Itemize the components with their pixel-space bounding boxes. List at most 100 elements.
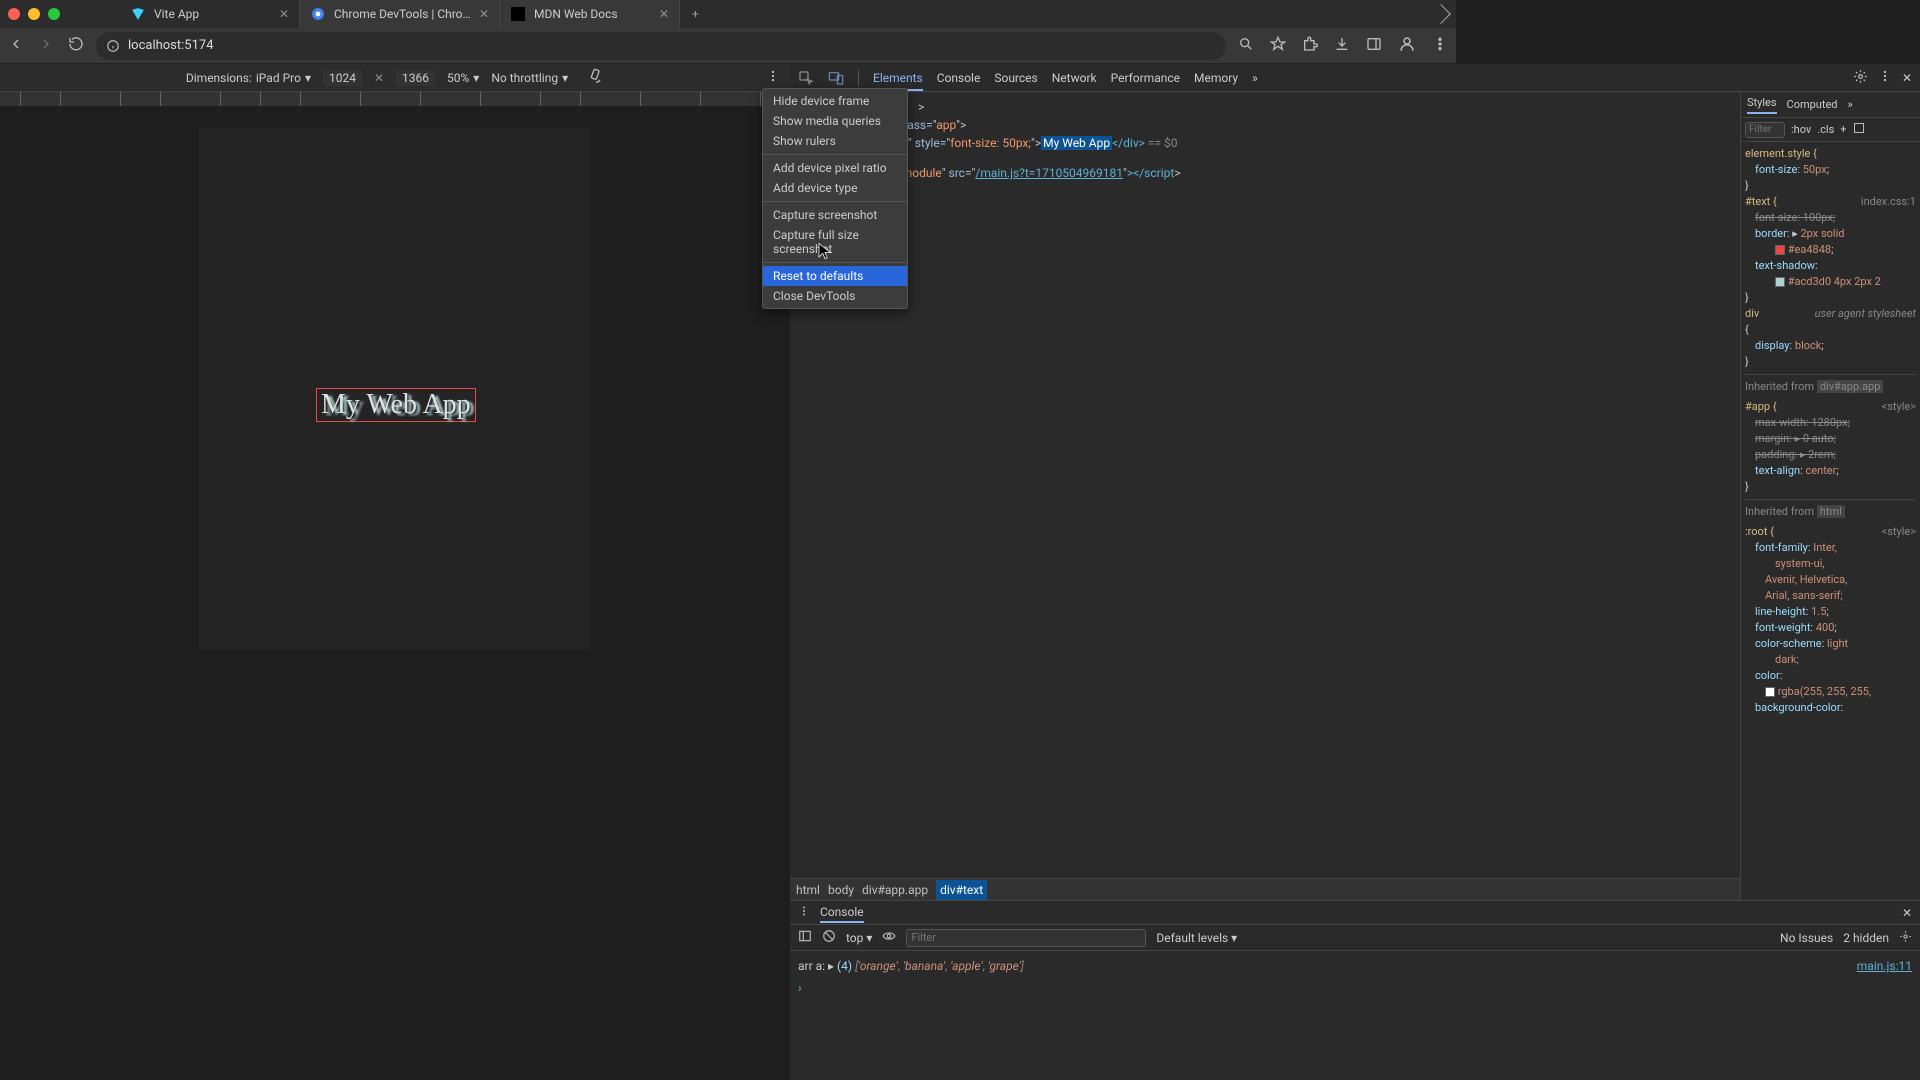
menu-reset-defaults[interactable]: Reset to defaults	[763, 266, 907, 286]
log-source-link[interactable]: main.js:11	[1857, 955, 1912, 977]
new-rule-icon[interactable]: +	[1840, 123, 1846, 136]
dom-tree[interactable]: > class="app"> xt" style="font-size: 50p…	[790, 92, 1740, 900]
close-window[interactable]	[8, 8, 20, 20]
downloads-icon[interactable]	[1334, 36, 1350, 55]
dom-marker: == $0	[1145, 136, 1178, 150]
hov-button[interactable]: :hov	[1791, 123, 1811, 136]
back-button[interactable]	[8, 36, 24, 55]
inherited-from[interactable]: html	[1817, 505, 1845, 518]
dom-link[interactable]: /main.js?t=1710504969181	[975, 166, 1123, 180]
menu-hide-frame[interactable]: Hide device frame	[763, 91, 907, 111]
browser-toolbar: localhost:5174	[0, 28, 1456, 64]
tab-performance[interactable]: Performance	[1111, 71, 1180, 85]
zoom-select[interactable]: 50%▾	[447, 71, 479, 85]
throttling-select[interactable]: No throttling▾	[491, 71, 568, 85]
device-height[interactable]: 1366	[396, 70, 435, 86]
tab-mdn[interactable]: MDN Web Docs ✕	[500, 0, 680, 28]
device-width[interactable]: 1024	[323, 70, 362, 86]
device-select[interactable]: Dimensions: iPad Pro ▾	[186, 71, 311, 85]
more-styles-tabs[interactable]: »	[1848, 98, 1853, 111]
menu-rulers[interactable]: Show rulers	[763, 131, 907, 151]
console-output[interactable]: arr a: ▸ (4) ['orange', 'banana', 'apple…	[790, 951, 1920, 1080]
live-expression-icon[interactable]	[882, 929, 896, 946]
menu-full-screenshot[interactable]: Capture full size screenshot	[763, 225, 907, 259]
bookmark-icon[interactable]	[1270, 36, 1286, 55]
rotate-button[interactable]	[588, 68, 604, 87]
computed-panel-icon[interactable]	[1853, 122, 1865, 137]
dom-closetag: </div>	[1112, 136, 1145, 150]
styles-tab[interactable]: Styles	[1747, 96, 1777, 114]
inspect-icon[interactable]	[798, 70, 814, 86]
menu-device-type[interactable]: Add device type	[763, 178, 907, 198]
tab-label: Vite App	[154, 7, 271, 21]
levels-select[interactable]: Default levels ▾	[1156, 931, 1237, 945]
close-tab-icon[interactable]: ✕	[279, 7, 289, 21]
close-tab-icon[interactable]: ✕	[479, 7, 489, 21]
vite-icon	[130, 6, 146, 22]
maximize-window[interactable]	[48, 8, 60, 20]
devtools-tabs: Elements Console Sources Network Perform…	[790, 64, 1920, 92]
menu-close-devtools[interactable]: Close DevTools	[763, 286, 907, 306]
sidepanel-icon[interactable]	[1366, 36, 1382, 55]
styles-rules[interactable]: element.style { font-size: 50px; } #text…	[1741, 142, 1920, 900]
close-devtools-icon[interactable]: ✕	[1902, 71, 1912, 85]
tab-sources[interactable]: Sources	[994, 71, 1037, 85]
tab-memory[interactable]: Memory	[1194, 71, 1238, 85]
profile-icon[interactable]	[1398, 35, 1416, 56]
settings-icon[interactable]	[1853, 69, 1868, 87]
context-select[interactable]: top ▾	[846, 931, 872, 945]
tab-devtools-docs[interactable]: Chrome DevTools | Chrome ✕	[300, 0, 500, 28]
cls-button[interactable]: .cls	[1817, 123, 1834, 136]
issues-button[interactable]: No Issues	[1780, 931, 1833, 945]
menu-icon[interactable]	[1432, 36, 1448, 55]
device-toolbar: Dimensions: iPad Pro ▾ 1024 ✕ 1366 50%▾ …	[0, 64, 790, 92]
rule-prop: max-width: 1280px;	[1745, 415, 1916, 431]
tab-label: MDN Web Docs	[534, 7, 651, 21]
hidden-count[interactable]: 2 hidden	[1843, 931, 1889, 945]
bc-app[interactable]: div#app.app	[862, 881, 928, 899]
minimize-window[interactable]	[28, 8, 40, 20]
zoom-icon[interactable]	[1238, 36, 1254, 55]
console-settings-icon[interactable]	[1899, 930, 1912, 946]
inherited-from[interactable]: div#app.app	[1817, 380, 1884, 393]
tab-network[interactable]: Network	[1052, 71, 1097, 85]
drawer-menu-icon[interactable]	[798, 905, 810, 920]
rule-source[interactable]: index.css:1	[1861, 194, 1916, 210]
computed-tab[interactable]: Computed	[1787, 98, 1838, 111]
extensions-icon[interactable]	[1302, 36, 1318, 55]
menu-media-queries[interactable]: Show media queries	[763, 111, 907, 131]
new-tab-button[interactable]: +	[680, 0, 711, 28]
console-drawer-tab[interactable]: Console	[820, 903, 864, 923]
close-drawer-icon[interactable]: ✕	[1902, 906, 1912, 920]
dom-val: font-size: 50px;	[950, 136, 1031, 150]
url-text: localhost:5174	[128, 38, 214, 53]
bc-body[interactable]: body	[828, 881, 854, 899]
console-filter-input[interactable]	[906, 929, 1146, 947]
chevron-down-icon: ▾	[305, 71, 311, 85]
tab-console[interactable]: Console	[937, 71, 981, 85]
tab-vite-app[interactable]: Vite App ✕	[120, 0, 300, 28]
rule-source[interactable]: <style>	[1882, 399, 1916, 415]
styles-filter-input[interactable]	[1745, 122, 1785, 138]
more-tabs-icon[interactable]: »	[1252, 71, 1258, 85]
devtools-menu-icon[interactable]	[1878, 69, 1892, 86]
rule-selector: element.style {	[1745, 147, 1817, 160]
log-count: (4)	[837, 959, 852, 973]
menu-pixel-ratio[interactable]: Add device pixel ratio	[763, 158, 907, 178]
browser-tabs: Vite App ✕ Chrome DevTools | Chrome ✕ MD…	[120, 0, 1434, 28]
clear-console-icon[interactable]	[822, 929, 836, 946]
ruler	[0, 92, 790, 106]
menu-screenshot[interactable]: Capture screenshot	[763, 205, 907, 225]
device-menu-button[interactable]	[766, 69, 780, 86]
close-tab-icon[interactable]: ✕	[659, 7, 669, 21]
url-bar[interactable]: localhost:5174	[96, 32, 1226, 60]
bc-html[interactable]: html	[796, 881, 820, 899]
rule-source[interactable]: <style>	[1882, 524, 1916, 540]
expand-titlebar-icon[interactable]	[1431, 4, 1451, 24]
reload-button[interactable]	[68, 36, 84, 55]
device-toggle-icon[interactable]	[828, 70, 844, 86]
inherited-label: Inherited from	[1745, 380, 1814, 393]
forward-button[interactable]	[38, 36, 54, 55]
console-sidebar-icon[interactable]	[798, 929, 812, 946]
bc-text[interactable]: div#text	[936, 880, 987, 900]
